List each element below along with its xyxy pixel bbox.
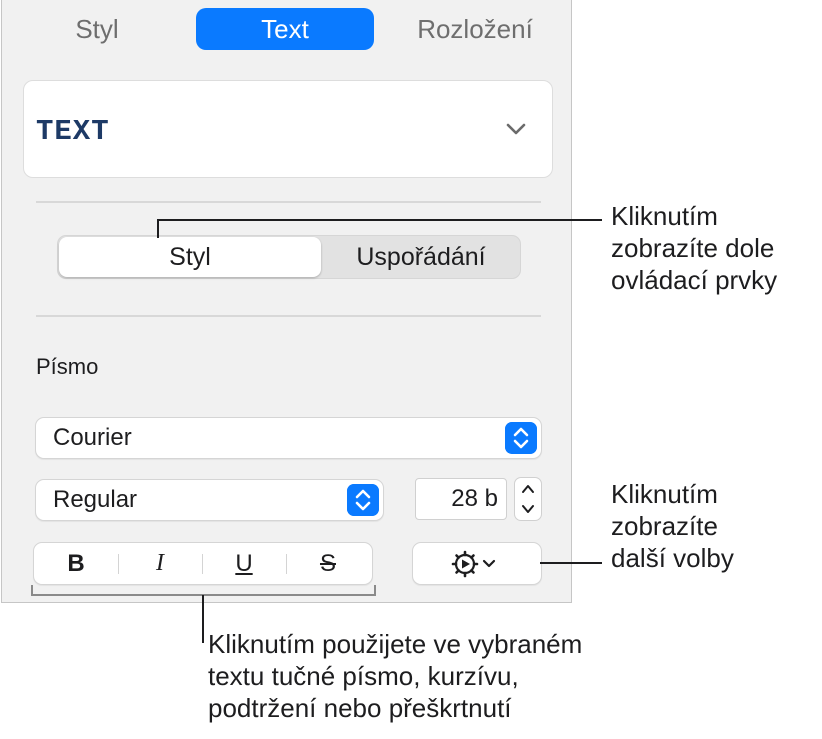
typeface-popup[interactable]: Regular — [35, 479, 384, 521]
text-style-button-group: B I U S — [33, 542, 373, 585]
chevron-down-icon — [506, 123, 526, 135]
stepper-up-icon[interactable] — [515, 478, 541, 499]
segment-style[interactable]: Styl — [59, 237, 321, 277]
advanced-options-button[interactable] — [412, 542, 542, 585]
segment-arrangement[interactable]: Uspořádání — [322, 236, 520, 278]
tab-layout[interactable]: Rozložení — [395, 8, 555, 50]
font-size-value: 28 b — [451, 485, 498, 512]
stage: Styl Text Rozložení TEXT Styl Uspořádání… — [0, 0, 822, 739]
font-size-stepper — [514, 477, 542, 521]
bold-button[interactable]: B — [34, 543, 118, 584]
bracket-line — [374, 585, 376, 595]
gear-icon — [451, 550, 496, 578]
typeface-value: Regular — [53, 486, 138, 513]
font-section-label: Písmo — [36, 354, 99, 379]
font-size-field[interactable]: 28 b — [415, 478, 507, 520]
font-family-popup[interactable]: Courier — [35, 417, 542, 459]
tab-style[interactable]: Styl — [32, 8, 162, 50]
stepper-down-icon[interactable] — [515, 499, 541, 520]
callout-segmented-text: Kliknutím zobrazíte dole ovládací prvky — [611, 201, 778, 295]
italic-button[interactable]: I — [118, 543, 202, 584]
paragraph-style-popup[interactable]: TEXT — [23, 80, 553, 178]
divider — [36, 315, 541, 317]
underline-button[interactable]: U — [202, 543, 286, 584]
callout-gear-text: Kliknutím zobrazíte další volby — [611, 479, 734, 573]
tab-text[interactable]: Text — [196, 8, 374, 50]
inspector-tab-bar: Styl Text Rozložení — [2, 0, 571, 58]
strikethrough-button[interactable]: S — [286, 543, 370, 584]
format-inspector-panel: Styl Text Rozložení TEXT Styl Uspořádání… — [1, 0, 572, 603]
paragraph-style-name: TEXT — [36, 115, 110, 148]
up-down-chevron-icon — [347, 484, 379, 516]
font-family-value: Courier — [53, 424, 132, 451]
callout-buttons-text: Kliknutím použijete ve vybraném textu tu… — [208, 629, 583, 723]
callout-leader-line — [157, 219, 602, 221]
callout-leader-line — [202, 595, 204, 643]
divider — [36, 201, 541, 203]
up-down-chevron-icon — [505, 422, 537, 454]
callout-leader-line — [540, 562, 602, 564]
callout-leader-line — [157, 220, 159, 238]
style-layout-segmented-control: Styl Uspořádání — [57, 235, 521, 279]
